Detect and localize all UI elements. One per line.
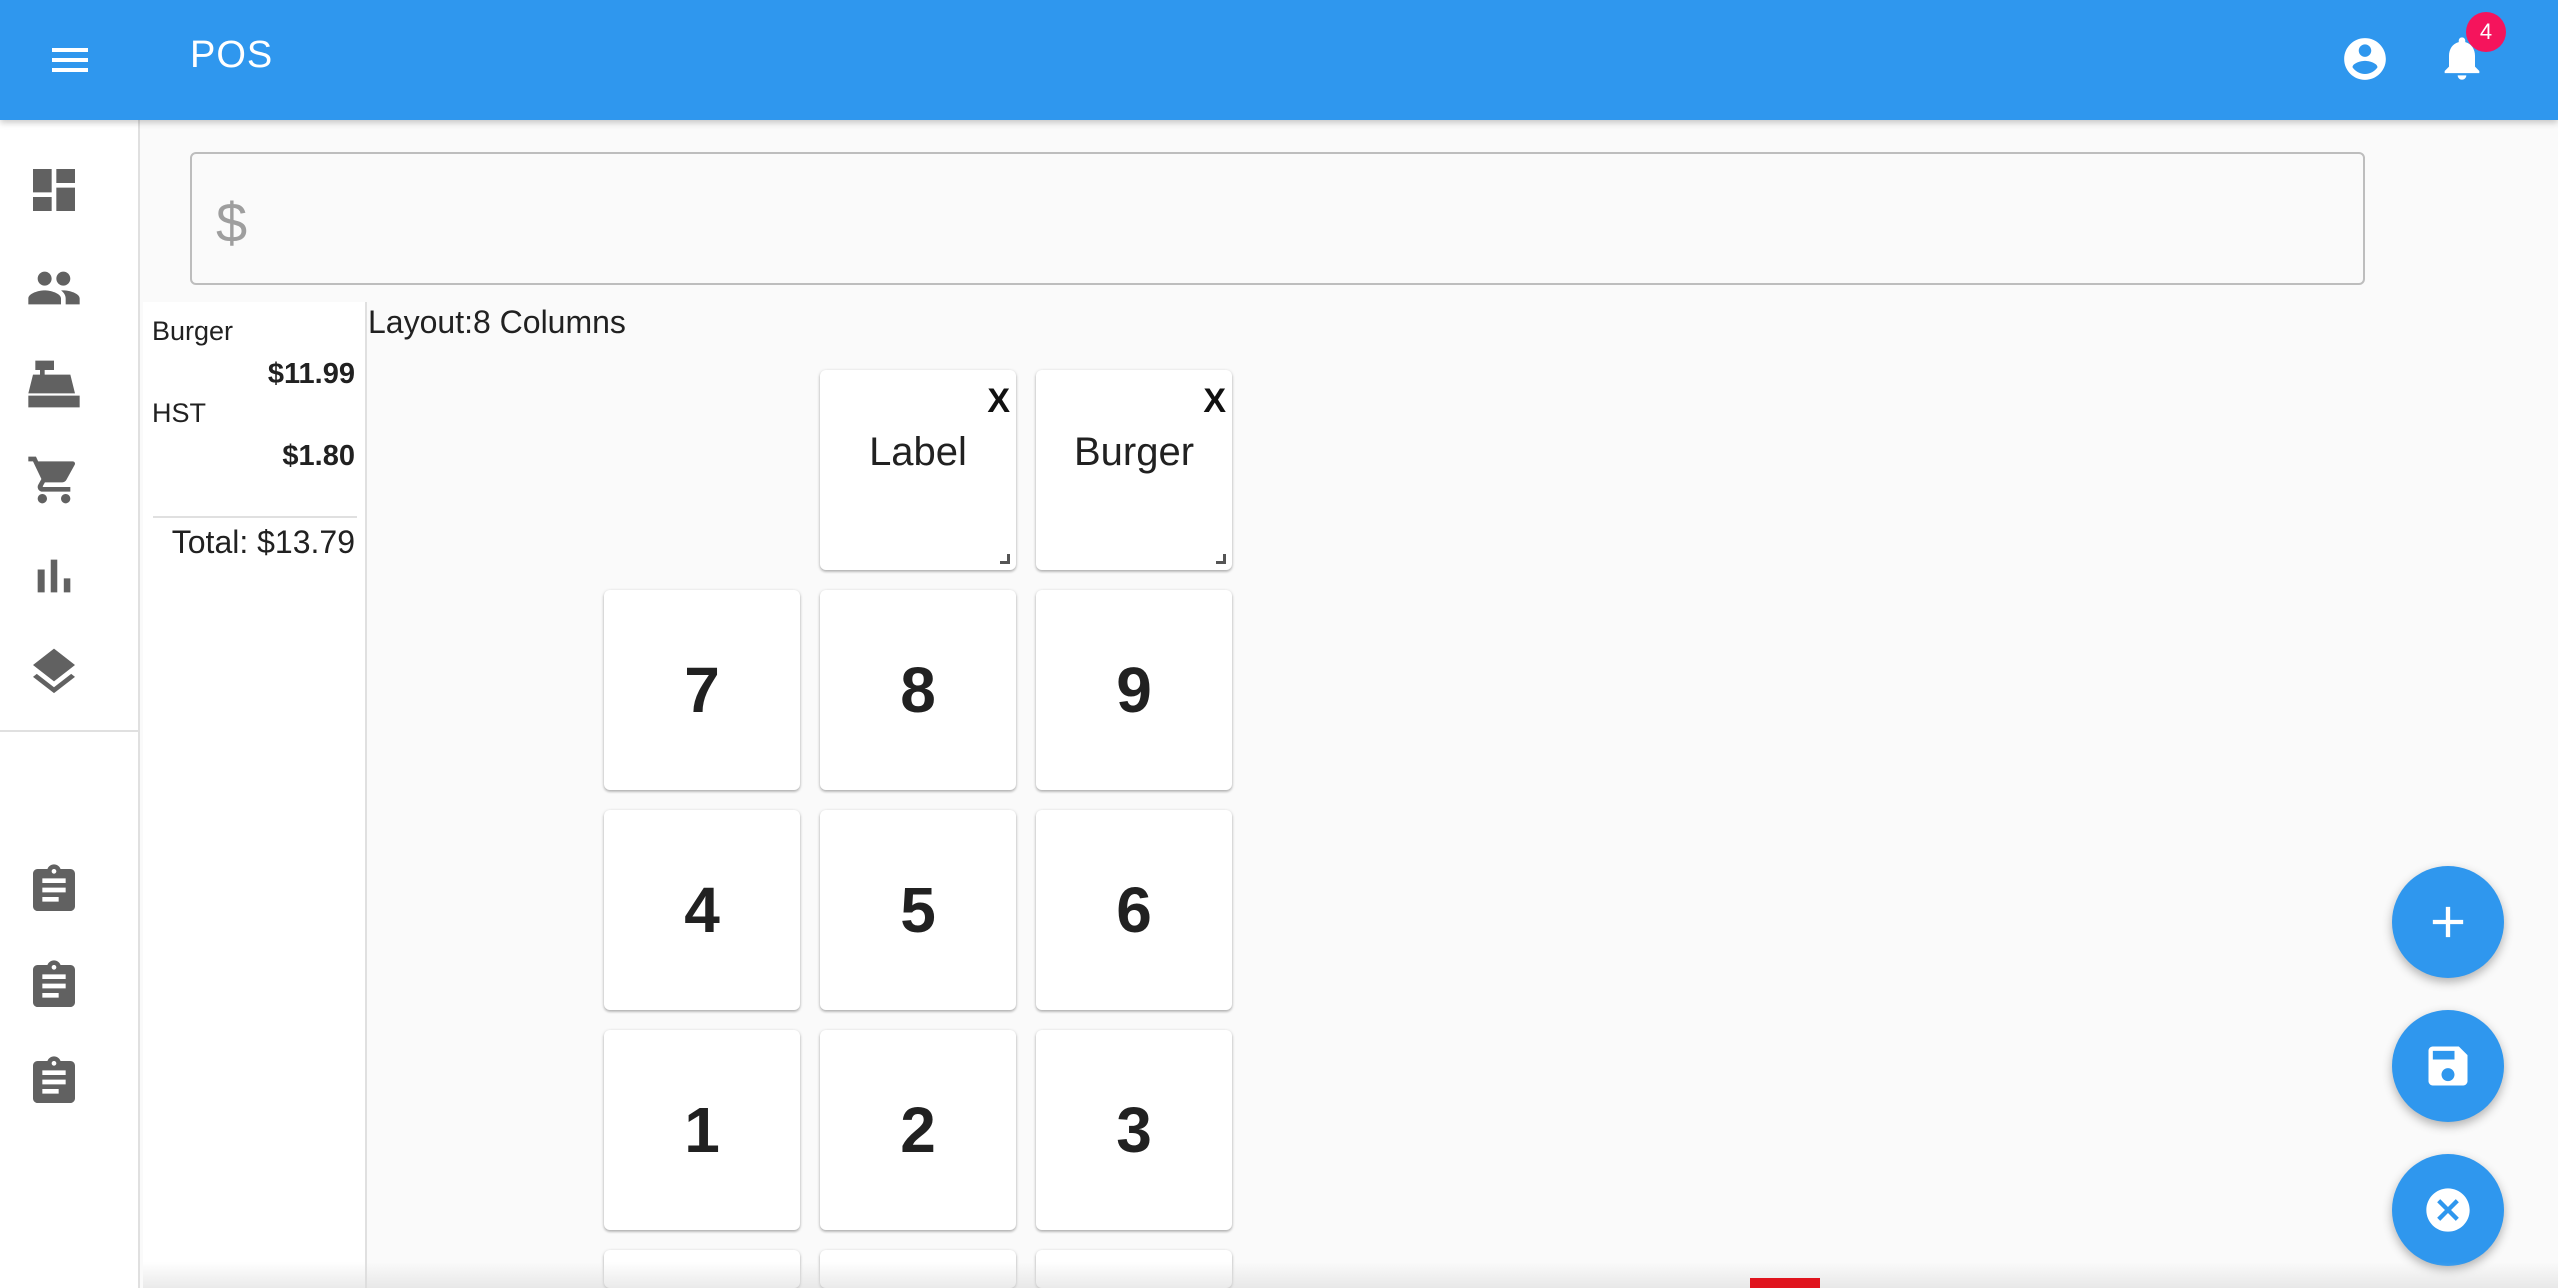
add-fab-button[interactable] xyxy=(2392,866,2504,978)
tile-label: Burger xyxy=(1073,430,1195,474)
receipt-line-name: HST xyxy=(152,398,206,428)
keypad-button-8[interactable]: 8 xyxy=(820,590,1016,790)
save-fab-button[interactable] xyxy=(2392,1010,2504,1122)
keypad-button-5[interactable]: 5 xyxy=(820,810,1016,1010)
keypad-digit: 4 xyxy=(684,874,720,946)
notification-badge: 4 xyxy=(2466,12,2506,52)
cancel-icon xyxy=(2426,1188,2470,1232)
bottom-shadow xyxy=(143,1262,2558,1288)
clipboard-icon[interactable] xyxy=(26,862,82,918)
cash-register-icon[interactable] xyxy=(26,356,82,412)
keypad-digit: 2 xyxy=(900,1094,936,1166)
keypad-digit: 7 xyxy=(684,654,720,726)
receipt-line-price: $1.80 xyxy=(282,440,355,472)
sidebar-divider xyxy=(0,730,138,732)
keypad-digit: 9 xyxy=(1116,654,1152,726)
keypad-button-2[interactable]: 2 xyxy=(820,1030,1016,1230)
receipt-line-name: Burger xyxy=(152,316,234,346)
layers-icon[interactable] xyxy=(26,644,82,700)
resize-handle-icon[interactable] xyxy=(1000,554,1010,564)
currency-symbol: $ xyxy=(216,191,248,254)
resize-handle-icon[interactable] xyxy=(1216,554,1226,564)
dashboard-icon[interactable] xyxy=(26,162,82,218)
clipboard-icon[interactable] xyxy=(26,958,82,1014)
sidebar xyxy=(0,120,140,1288)
receipt-divider xyxy=(153,516,357,518)
tile-close-button[interactable]: X xyxy=(1203,382,1226,421)
keypad-button-9[interactable]: 9 xyxy=(1036,590,1232,790)
layout-label: Layout:8 Columns xyxy=(368,304,626,340)
keypad-digit: 1 xyxy=(684,1094,720,1166)
receipt-panel: Burger $11.99 HST $1.80 Total: $13.79 xyxy=(143,302,367,1288)
cart-icon[interactable] xyxy=(26,452,82,508)
keypad-button-4[interactable]: 4 xyxy=(604,810,800,1010)
amount-input[interactable] xyxy=(282,174,2342,264)
app-bar: POS 4 xyxy=(0,0,2558,120)
bar-chart-icon[interactable] xyxy=(26,548,82,604)
save-icon xyxy=(2428,1046,2468,1086)
keypad-digit: 8 xyxy=(900,654,936,726)
amount-field[interactable]: $ xyxy=(190,152,2365,285)
keypad-button-3[interactable]: 3 xyxy=(1036,1030,1232,1230)
keypad-button-6[interactable]: 6 xyxy=(1036,810,1232,1010)
menu-icon[interactable] xyxy=(40,36,100,84)
tile-label: Label xyxy=(869,430,967,474)
keypad-digit: 3 xyxy=(1116,1094,1152,1166)
keypad-button-7[interactable]: 7 xyxy=(604,590,800,790)
clipboard-icon[interactable] xyxy=(26,1054,82,1110)
receipt-line-price: $11.99 xyxy=(267,358,355,390)
tile-close-button[interactable]: X xyxy=(987,382,1010,421)
red-indicator xyxy=(1750,1278,1820,1288)
keypad-digit: 5 xyxy=(900,874,936,946)
product-tile-burger[interactable]: Burger X xyxy=(1036,370,1232,570)
receipt-total: Total: $13.79 xyxy=(171,524,355,560)
cancel-fab-button[interactable] xyxy=(2392,1154,2504,1266)
account-icon[interactable] xyxy=(2340,34,2390,84)
product-tile-label[interactable]: Label X xyxy=(820,370,1016,570)
app-title: POS xyxy=(190,34,274,76)
people-icon[interactable] xyxy=(26,260,82,316)
keypad-digit: 6 xyxy=(1116,874,1152,946)
plus-icon xyxy=(2432,906,2464,938)
keypad-button-1[interactable]: 1 xyxy=(604,1030,800,1230)
